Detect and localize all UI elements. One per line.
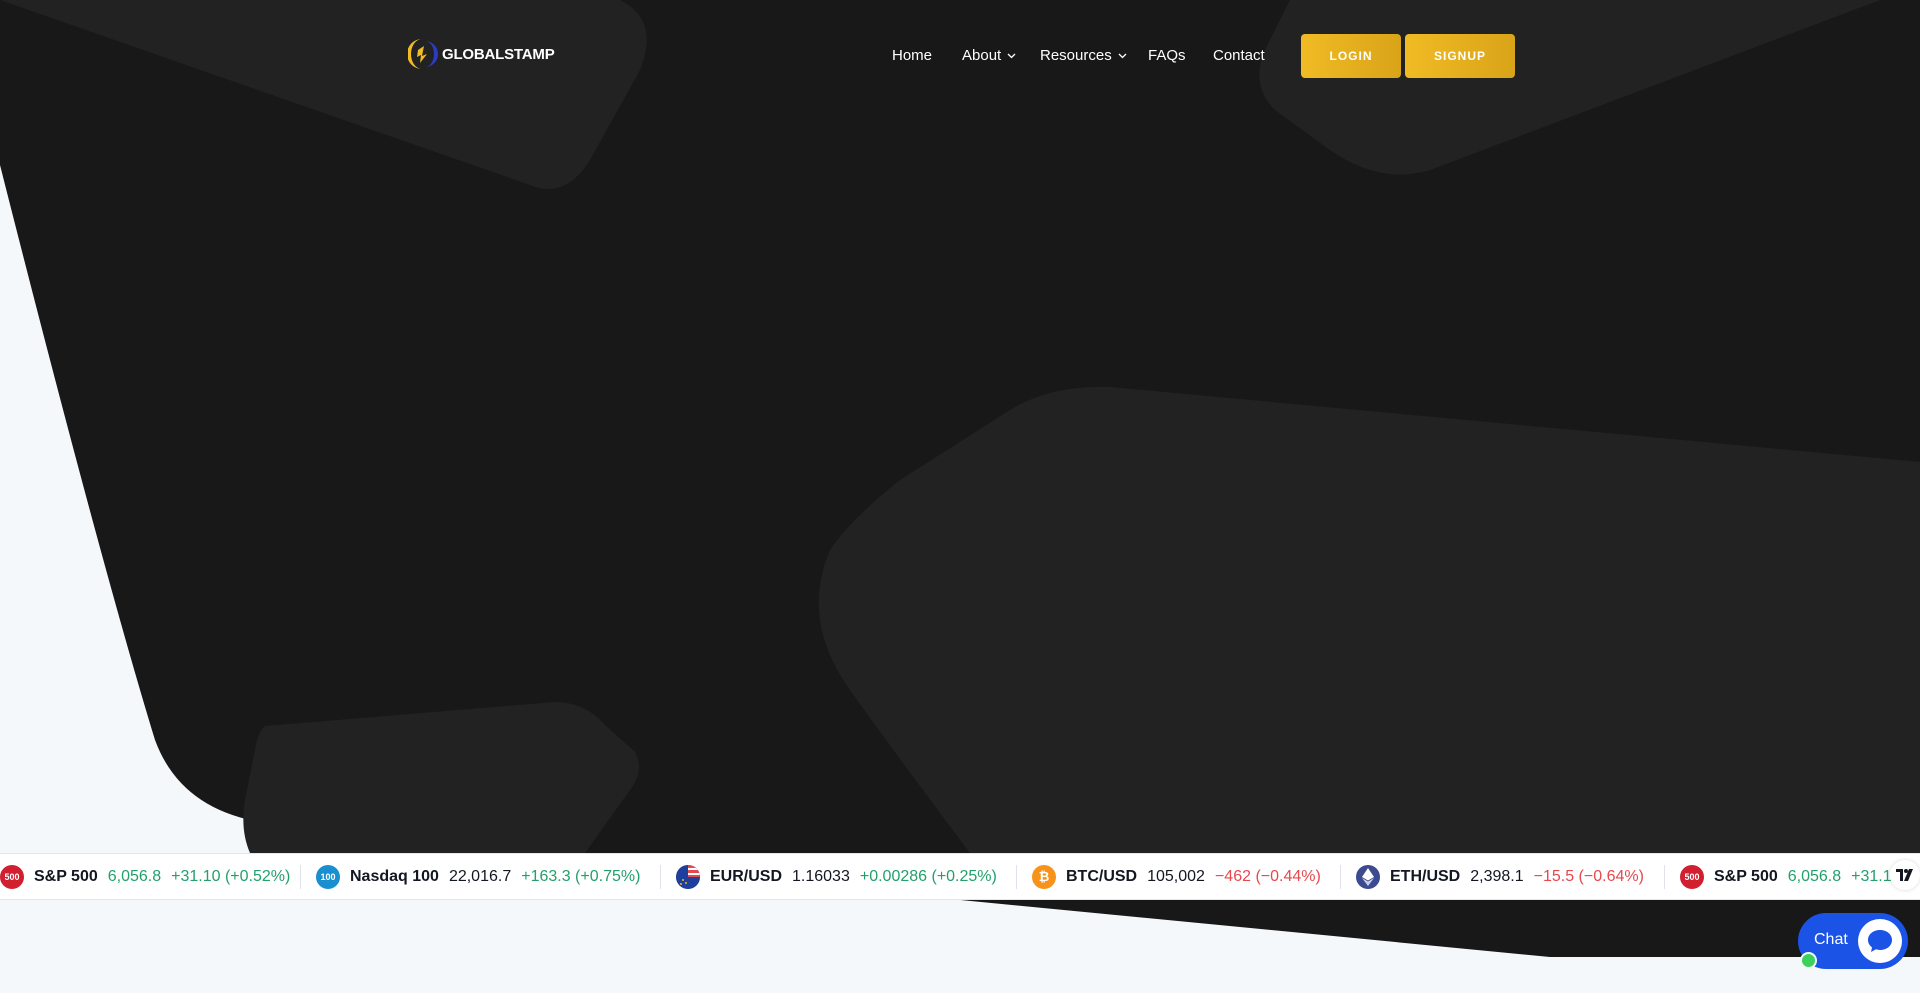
nav-faqs-label: FAQs bbox=[1148, 47, 1186, 64]
ticker-price: 105,002 bbox=[1147, 867, 1205, 885]
ticker-item[interactable]: EUR/USD 1.16033 +0.00286 (+0.25%) bbox=[676, 854, 997, 899]
online-status-dot bbox=[1800, 952, 1817, 969]
hero-shape-center bbox=[818, 386, 1920, 853]
ticker-price: 6,056.8 bbox=[107, 867, 162, 885]
ticker-divider bbox=[1016, 865, 1017, 889]
ticker-divider bbox=[300, 865, 301, 889]
ticker-symbol: ETH/USD bbox=[1390, 867, 1461, 885]
nav-about[interactable]: About bbox=[962, 47, 1016, 64]
nav-resources-label: Resources bbox=[1040, 47, 1112, 64]
nav-contact-label: Contact bbox=[1213, 47, 1265, 64]
ticker-price: 6,056.8 bbox=[1787, 867, 1842, 885]
nav-about-label: About bbox=[962, 47, 1002, 64]
ticker-symbol: S&P 500 bbox=[1714, 867, 1778, 885]
site-header: GLOBALSTAMP Home About Resources FAQs Co… bbox=[0, 0, 1920, 112]
nav-contact[interactable]: Contact bbox=[1213, 47, 1265, 64]
hero-shape-bottom-left bbox=[243, 702, 640, 853]
chat-label: Chat bbox=[1814, 931, 1848, 948]
signup-button[interactable]: SIGNUP bbox=[1405, 34, 1515, 78]
ticker-item[interactable]: 500 S&P 500 6,056.8 +31.10 (+0.52%) bbox=[0, 854, 290, 899]
ticker-divider bbox=[1340, 865, 1341, 889]
chat-bubble-icon bbox=[1858, 919, 1902, 963]
ticker-change: +31.1 bbox=[1851, 867, 1892, 885]
bitcoin-icon: ₿ bbox=[1032, 864, 1056, 889]
ticker-change: +163.3 (+0.75%) bbox=[521, 867, 641, 885]
nav-faqs[interactable]: FAQs bbox=[1148, 47, 1186, 64]
ticker-price: 1.16033 bbox=[792, 867, 850, 885]
eur-usd-flag-icon bbox=[676, 864, 700, 889]
ticker-item[interactable]: ₿ BTC/USD 105,002 −462 (−0.44%) bbox=[1032, 854, 1321, 899]
chevron-down-icon bbox=[1007, 53, 1016, 58]
chat-button[interactable]: Chat bbox=[1798, 913, 1908, 969]
sp500-icon: 500 bbox=[0, 864, 24, 889]
ticker-symbol: BTC/USD bbox=[1066, 867, 1138, 885]
logo[interactable]: GLOBALSTAMP bbox=[408, 36, 555, 72]
ticker-item[interactable]: 500 S&P 500 6,056.8 +31.1 bbox=[1680, 854, 1892, 899]
nasdaq100-icon: 100 bbox=[316, 864, 340, 889]
ticker-change: +31.10 (+0.52%) bbox=[171, 867, 291, 885]
ticker-divider bbox=[660, 865, 661, 889]
ticker-symbol: Nasdaq 100 bbox=[350, 867, 439, 885]
ticker-price: 2,398.1 bbox=[1470, 867, 1524, 885]
ticker-change: +0.00286 (+0.25%) bbox=[859, 867, 997, 885]
nav-resources[interactable]: Resources bbox=[1040, 47, 1127, 64]
hero-background bbox=[0, 0, 1920, 957]
globe-logo-icon bbox=[408, 39, 438, 69]
ethereum-icon bbox=[1356, 864, 1380, 889]
login-button[interactable]: LOGIN bbox=[1301, 34, 1401, 78]
nav-home-label: Home bbox=[892, 47, 933, 64]
ticker-change: −462 (−0.44%) bbox=[1214, 867, 1321, 885]
sp500-icon: 500 bbox=[1680, 864, 1704, 889]
chevron-down-icon bbox=[1118, 53, 1127, 58]
ticker-item[interactable]: 100 Nasdaq 100 22,016.7 +163.3 (+0.75%) bbox=[316, 854, 640, 899]
ticker-tape: 500 S&P 500 6,056.8 +31.10 (+0.52%) 100 … bbox=[0, 853, 1920, 900]
ticker-symbol: EUR/USD bbox=[710, 867, 783, 885]
ticker-item[interactable]: ETH/USD 2,398.1 −15.5 (−0.64%) bbox=[1356, 854, 1644, 899]
ticker-price: 22,016.7 bbox=[448, 867, 512, 885]
tradingview-logo-icon[interactable] bbox=[1890, 860, 1920, 890]
ticker-divider bbox=[1664, 865, 1665, 889]
nav-home[interactable]: Home bbox=[892, 47, 932, 64]
logo-text: GLOBALSTAMP bbox=[442, 45, 555, 63]
ticker-symbol: S&P 500 bbox=[34, 867, 98, 885]
ticker-change: −15.5 (−0.64%) bbox=[1533, 867, 1644, 885]
